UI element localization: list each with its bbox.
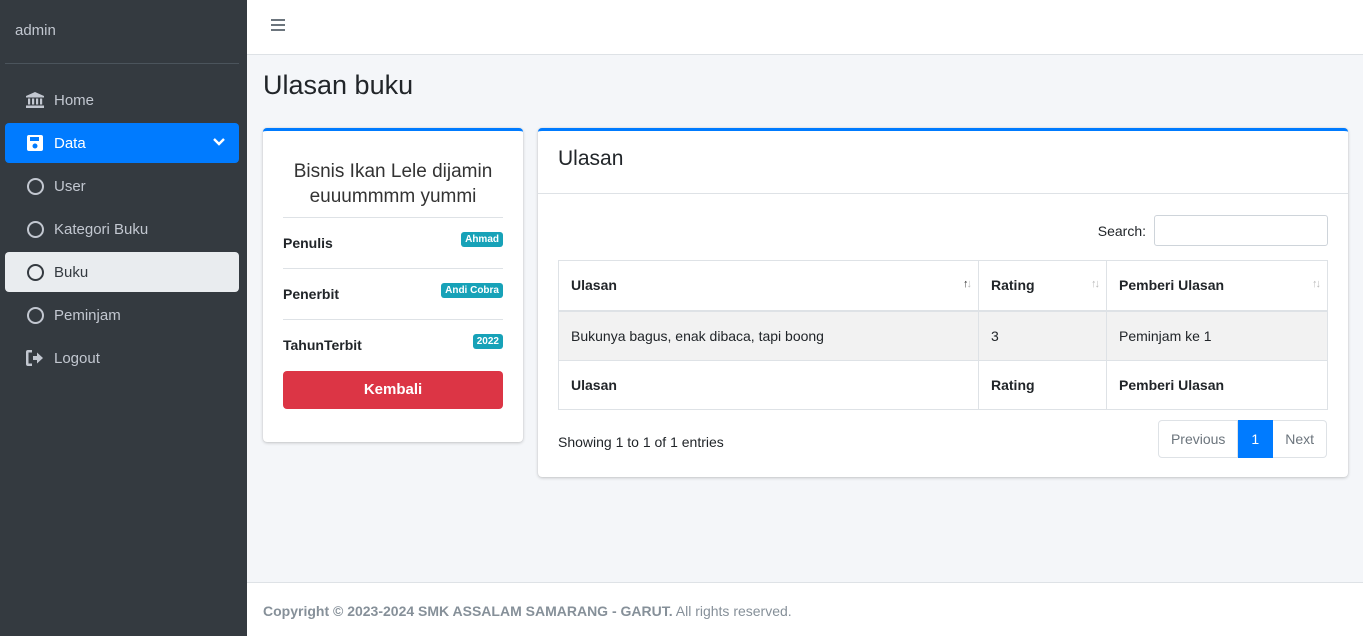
page-title: Ulasan buku	[263, 70, 414, 100]
column-header-ulasan[interactable]: Ulasan ↑↓	[558, 260, 979, 312]
top-navbar	[247, 0, 1363, 55]
pagination: Previous 1 Next	[1157, 420, 1327, 458]
prop-label: Penulis	[283, 235, 333, 251]
sidebar-item-label: Data	[54, 134, 86, 152]
save-icon	[25, 133, 45, 153]
sidebar-item-label: Peminjam	[54, 306, 121, 324]
cell-pemberi-ulasan: Peminjam ke 1	[1106, 310, 1328, 361]
page-1-button[interactable]: 1	[1238, 420, 1274, 458]
footer-copyright: Copyright © 2023-2024 SMK ASSALAM SAMARA…	[263, 603, 673, 619]
table-info: Showing 1 to 1 of 1 entries	[558, 434, 724, 450]
brand-user[interactable]: admin	[5, 0, 239, 64]
chevron-down-icon	[213, 134, 225, 151]
sidebar-item-data[interactable]: Data	[5, 123, 239, 163]
back-button[interactable]: Kembali	[283, 371, 503, 409]
search-box: Search:	[1098, 215, 1328, 246]
review-card: Ulasan Search: Ulasan ↑↓ Rating ↑↓ Pembe…	[538, 128, 1348, 477]
cell-ulasan: Bukunya bagus, enak dibaca, tapi boong	[558, 310, 979, 361]
column-header-pemberi-ulasan[interactable]: Pemberi Ulasan ↑↓	[1106, 260, 1328, 312]
prop-label: Penerbit	[283, 286, 340, 302]
table-header-row: Ulasan ↑↓ Rating ↑↓ Pemberi Ulasan ↑↓	[558, 260, 1328, 312]
book-info-card: Bisnis Ikan Lele dijamin euuummmm yummi …	[263, 128, 523, 442]
sidebar-item-buku[interactable]: Buku	[5, 252, 239, 292]
sidebar-item-label: User	[54, 177, 86, 195]
sidebar-item-logout[interactable]: Logout	[5, 338, 239, 378]
footer-header-ulasan: Ulasan	[558, 360, 979, 410]
footer-header-rating: Rating	[978, 360, 1107, 410]
sidebar-item-user[interactable]: User	[5, 166, 239, 206]
sidebar-item-label: Kategori Buku	[54, 220, 149, 238]
sort-icon: ↑↓	[1312, 278, 1321, 290]
menu-toggle-icon[interactable]	[271, 19, 285, 33]
review-card-header: Ulasan	[538, 131, 1348, 194]
previous-page-button[interactable]: Previous	[1157, 420, 1239, 458]
prop-badge: Ahmad	[461, 231, 503, 247]
book-title: Bisnis Ikan Lele dijamin euuummmm yummi	[293, 161, 493, 207]
sidebar-item-label: Buku	[54, 263, 89, 281]
logout-icon	[25, 348, 45, 368]
cell-rating: 3	[978, 310, 1107, 361]
prop-badge: 2022	[472, 333, 503, 349]
sidebar-item-peminjam[interactable]: Peminjam	[5, 295, 239, 335]
book-prop-penerbit: Penerbit Andi Cobra	[283, 268, 503, 319]
page-footer: Copyright © 2023-2024 SMK ASSALAM SAMARA…	[247, 582, 1363, 636]
circle-icon	[25, 219, 45, 239]
circle-icon	[25, 262, 45, 282]
search-label: Search:	[1097, 222, 1146, 239]
footer-rights: All rights reserved.	[672, 603, 792, 619]
book-prop-tahun-terbit: TahunTerbit 2022	[283, 319, 503, 370]
sidebar-item-kategori-buku[interactable]: Kategori Buku	[5, 209, 239, 249]
prop-badge: Andi Cobra	[441, 282, 503, 298]
circle-icon	[25, 176, 45, 196]
prop-label: TahunTerbit	[283, 337, 362, 353]
review-table: Ulasan ↑↓ Rating ↑↓ Pemberi Ulasan ↑↓ Bu…	[558, 260, 1328, 410]
bank-icon	[25, 90, 45, 110]
sidebar: admin Home Data User Kategori Buku Buku …	[0, 0, 247, 636]
footer-header-pemberi-ulasan: Pemberi Ulasan	[1106, 360, 1328, 410]
sidebar-item-label: Logout	[54, 349, 100, 367]
sidebar-item-label: Home	[54, 91, 95, 109]
sort-asc-icon: ↑↓	[963, 278, 972, 290]
next-page-button[interactable]: Next	[1273, 420, 1327, 458]
table-row: Bukunya bagus, enak dibaca, tapi boong 3…	[558, 310, 1328, 361]
sort-icon: ↑↓	[1091, 278, 1100, 290]
column-header-rating[interactable]: Rating ↑↓	[978, 260, 1107, 312]
book-prop-penulis: Penulis Ahmad	[283, 217, 503, 268]
sidebar-item-home[interactable]: Home	[5, 80, 239, 120]
table-footer-row: Ulasan Rating Pemberi Ulasan	[558, 360, 1328, 410]
sidebar-nav: Home Data User Kategori Buku Buku Peminj…	[0, 80, 247, 378]
circle-icon	[25, 305, 45, 325]
search-input[interactable]	[1154, 215, 1328, 246]
